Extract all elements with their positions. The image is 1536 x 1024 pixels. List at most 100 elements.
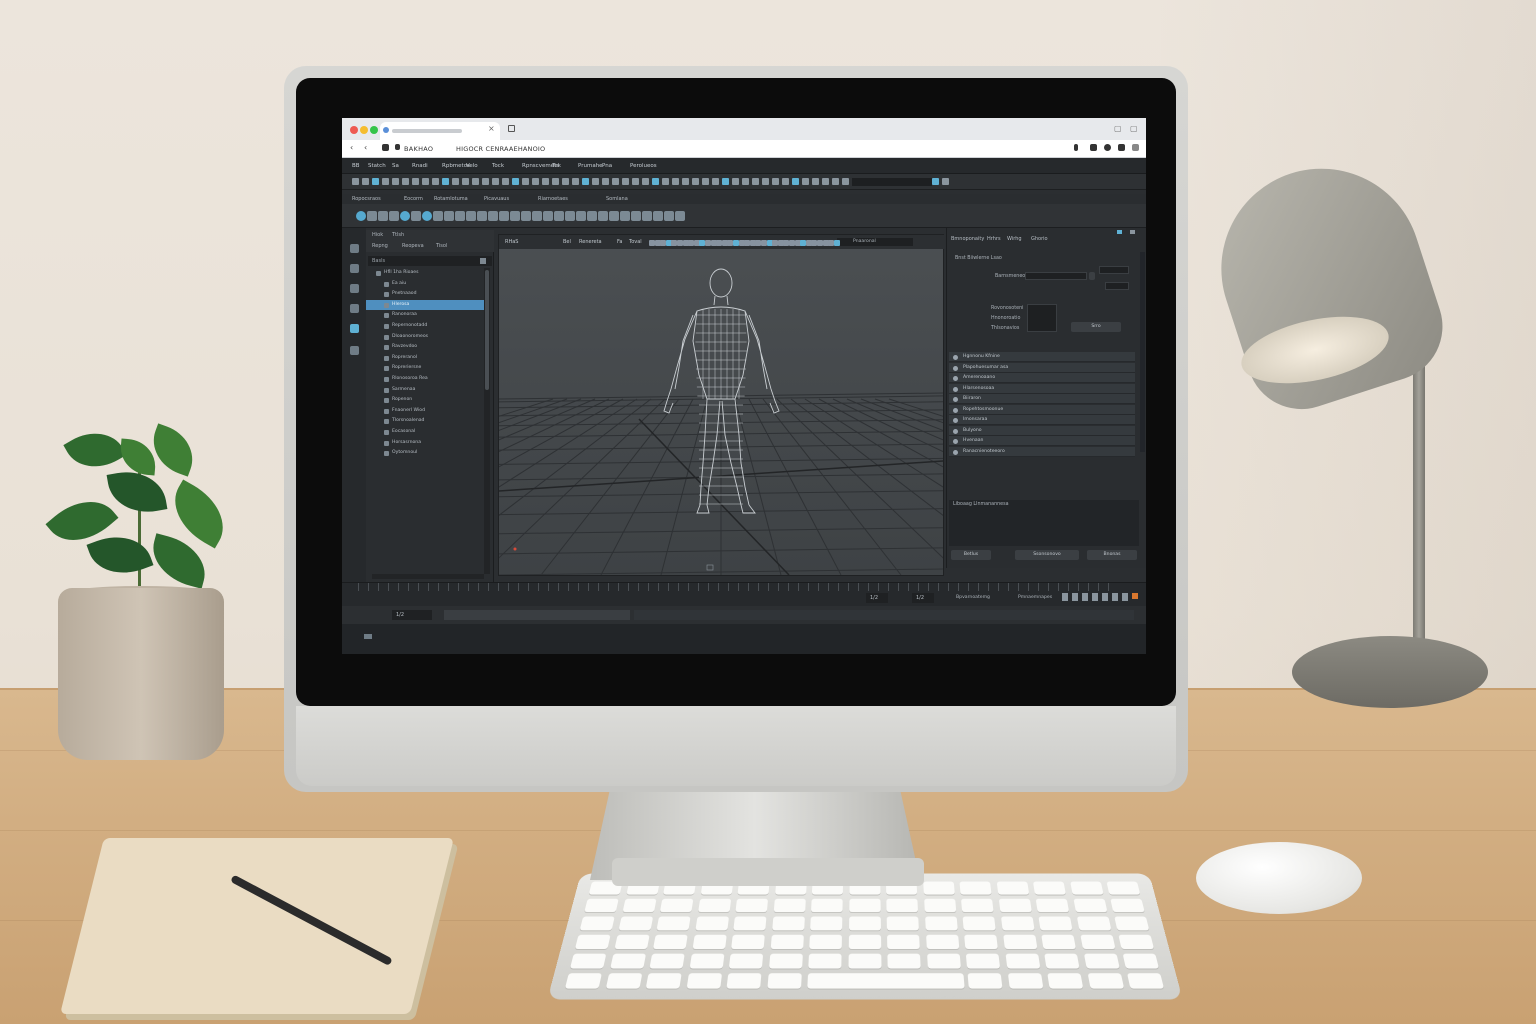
mic-icon[interactable] (1074, 144, 1078, 151)
shelf-tool-icon[interactable] (499, 211, 509, 221)
outliner-item[interactable]: Rlonosoroa Rea (366, 374, 484, 384)
shelf-tab[interactable]: Eocorm (404, 196, 423, 202)
toolbar-icon[interactable] (772, 178, 779, 185)
outliner-header-b[interactable]: Ttlsh (392, 232, 404, 238)
shelf-tool-icon[interactable] (378, 211, 388, 221)
reader-icon[interactable] (382, 144, 389, 151)
visibility-icon[interactable] (953, 449, 958, 455)
key[interactable] (1122, 953, 1159, 969)
attr-field[interactable] (1025, 272, 1087, 280)
toolbar-icon[interactable] (502, 178, 509, 185)
key[interactable] (847, 953, 881, 969)
toolbar-icon[interactable] (632, 178, 639, 185)
key[interactable] (1038, 916, 1073, 931)
key[interactable] (923, 898, 956, 913)
shelf-tool-icon[interactable] (554, 211, 564, 221)
toolbar-icon[interactable] (452, 178, 459, 185)
toolbar-icon[interactable] (512, 178, 519, 185)
attr-tab[interactable]: Ghorio (1031, 236, 1048, 242)
viewport-menu[interactable]: Renereta (579, 239, 602, 245)
layer-item[interactable]: Hlarsenosoaa (949, 383, 1135, 394)
menu-icon[interactable] (1118, 144, 1125, 151)
shelf-tab[interactable]: Riarnoetaes (538, 196, 568, 202)
range-track-b[interactable] (634, 610, 1134, 620)
toolbar-icon[interactable] (612, 178, 619, 185)
command-line[interactable] (342, 624, 1146, 654)
select-tool-icon[interactable] (350, 244, 359, 253)
key[interactable] (613, 934, 650, 950)
outliner-header-a[interactable]: Hiok (372, 232, 383, 238)
shelf-tool-icon[interactable] (609, 211, 619, 221)
key[interactable] (574, 934, 611, 950)
toolbar-icon[interactable] (752, 178, 759, 185)
key[interactable] (808, 953, 842, 969)
key[interactable] (773, 898, 806, 913)
key[interactable] (686, 973, 722, 989)
attr-tab[interactable]: Bmnoponaity (951, 236, 984, 242)
shelf-tool-icon[interactable] (422, 211, 432, 221)
toolbar-icon[interactable] (392, 178, 399, 185)
key[interactable] (584, 898, 619, 913)
shelf-tool-icon[interactable] (576, 211, 586, 221)
visibility-icon[interactable] (953, 355, 958, 360)
toolbar-icon[interactable] (672, 178, 679, 185)
key[interactable] (697, 898, 731, 913)
key[interactable] (569, 953, 607, 969)
mouse[interactable] (1196, 842, 1362, 914)
back-icon[interactable]: ‹ (350, 143, 353, 152)
outliner-filter-icon[interactable] (480, 258, 486, 264)
toolbar-icon[interactable] (352, 178, 359, 185)
key[interactable] (1002, 934, 1037, 950)
layer-item[interactable]: Imonsaraa (949, 415, 1135, 425)
toolbar-icon[interactable] (482, 178, 489, 185)
new-tab-icon[interactable] (508, 125, 515, 132)
key[interactable] (726, 973, 762, 989)
toolbar-icon[interactable] (592, 178, 599, 185)
key[interactable] (1005, 953, 1040, 969)
outliner-item[interactable]: Ropreranol (366, 353, 484, 363)
shelf-tab[interactable]: Rotamlotuma (434, 196, 468, 202)
toolbar-icon[interactable] (562, 178, 569, 185)
key[interactable] (659, 898, 694, 913)
maximize-window-button[interactable] (370, 126, 378, 134)
minimize-window-button[interactable] (360, 126, 368, 134)
toolbar-icon[interactable] (442, 178, 449, 185)
toolbar-icon[interactable] (812, 178, 819, 185)
menu-item[interactable]: Tock (492, 163, 504, 169)
toolbar-search-field[interactable] (852, 178, 932, 186)
outliner-item[interactable]: Dloaonoromeos (366, 332, 484, 342)
shelf-tool-icon[interactable] (587, 211, 597, 221)
key[interactable] (770, 934, 804, 950)
play-controls[interactable] (1062, 593, 1132, 601)
key[interactable] (887, 953, 921, 969)
attr-tab[interactable]: Hrhrs (987, 236, 1001, 242)
shelf-tool-icon[interactable] (411, 211, 421, 221)
menu-item[interactable]: Rnadi (412, 163, 428, 169)
key[interactable] (848, 898, 881, 913)
visibility-icon[interactable] (953, 418, 958, 423)
toolbar-icon[interactable] (932, 178, 939, 185)
toolbar-icon[interactable] (522, 178, 529, 185)
key[interactable] (656, 916, 691, 931)
timeline[interactable]: 1/2 1/2 Bpvarnoatemg Pmnaemnapes (342, 582, 1146, 606)
frame-field[interactable]: 1/2 (912, 593, 934, 603)
key[interactable] (694, 916, 729, 931)
toolbar-icon[interactable] (762, 178, 769, 185)
shelf-tool-icon[interactable] (400, 211, 410, 221)
toolbar-icon[interactable] (732, 178, 739, 185)
shelf-tool-icon[interactable] (532, 211, 542, 221)
toolbar-icon[interactable] (722, 178, 729, 185)
menu-item[interactable]: Velo (466, 163, 478, 169)
toolbar-icon[interactable] (412, 178, 419, 185)
toolbar-icon[interactable] (372, 178, 379, 185)
outliner-search-input[interactable]: Basls (368, 256, 492, 266)
key[interactable] (1118, 934, 1155, 950)
attr-stepper[interactable] (1089, 272, 1095, 280)
shelf-tool-icon[interactable] (433, 211, 443, 221)
toolbar-icon[interactable] (702, 178, 709, 185)
outliner-item[interactable]: Pnetnaaod (366, 289, 484, 299)
key[interactable] (886, 916, 919, 931)
outliner-item[interactable]: Fnaonerl Wiod (366, 406, 484, 416)
range-slider[interactable]: 1/2 (342, 606, 1146, 624)
profile-icon[interactable] (1104, 144, 1111, 151)
